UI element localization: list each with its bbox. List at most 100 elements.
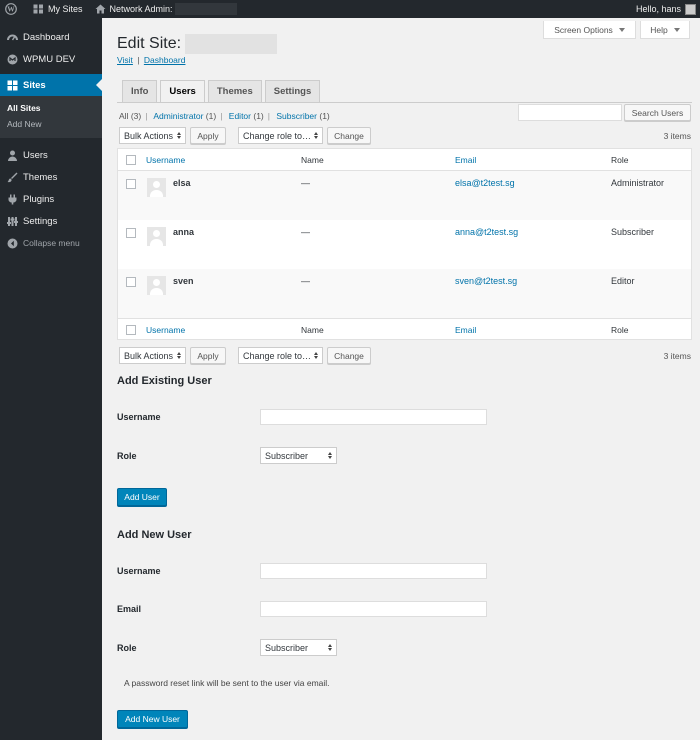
collapse-menu-button[interactable]: Collapse menu [0,232,102,254]
my-sites-label: My Sites [48,4,83,14]
password-reset-note: A password reset link will be sent to th… [124,678,330,688]
column-email[interactable]: Email [455,155,476,165]
my-sites-link[interactable]: My Sites [27,0,89,18]
chevron-down-icon [673,27,680,32]
sidebar-item-label: WPMU DEV [23,53,76,65]
tab-divider [117,102,692,103]
role-cell: Editor [611,276,635,286]
apply-button[interactable]: Apply [190,127,226,144]
existing-role-label: Role [117,451,137,461]
account-menu[interactable]: Hello, hans [630,0,700,18]
table-header: Username Name Email Role [118,149,691,171]
filter-all-label: All [119,111,129,121]
filter-separator: | [220,111,223,121]
screen-options-label: Screen Options [554,24,613,35]
wordpress-logo-link[interactable]: W [0,0,27,18]
bulk-actions-select[interactable]: Bulk Actions [119,347,186,364]
email-link[interactable]: elsa@t2test.sg [455,178,515,188]
column-username[interactable]: Username [146,325,185,335]
change-role-select[interactable]: Change role to… [238,347,323,364]
avatar [147,227,166,246]
filter-all-count: (3) [130,111,142,121]
existing-username-input[interactable] [260,409,487,425]
bulk-actions-select[interactable]: Bulk Actions [119,127,186,144]
role-filters: All (3) | Administrator (1) | Editor (1) | … [119,111,330,121]
username-link[interactable]: sven [173,276,194,286]
filter-editor[interactable]: Editor [229,111,251,121]
role-cell: Subscriber [611,227,655,237]
new-username-input[interactable] [260,563,487,579]
column-email[interactable]: Email [455,325,476,335]
sidebar-item-users[interactable]: Users [0,144,102,166]
sidebar-item-wpmudev[interactable]: WPMU DEV [0,48,102,70]
new-email-input[interactable] [260,601,487,617]
filter-administrator-count: (1) [205,111,217,121]
tab-themes[interactable]: Themes [207,80,262,102]
table-row: elsa — elsa@t2test.sg Administrator [118,171,691,220]
row-checkbox[interactable] [126,179,136,189]
sidebar-item-label: Themes [23,171,58,183]
existing-role-value: Subscriber [265,450,309,461]
email-link[interactable]: anna@t2test.sg [455,227,518,237]
submenu-item-all-sites[interactable]: All Sites [0,100,102,116]
chevron-down-icon [618,27,625,32]
collapse-menu-label: Collapse menu [23,238,80,248]
site-tabs: Info Users Themes Settings [122,80,321,103]
sidebar-item-themes[interactable]: Themes [0,166,102,188]
search-users-button[interactable]: Search Users [624,104,691,121]
select-arrows-icon [177,132,181,139]
main-content: Screen Options Help Edit Site: Visit | D… [102,18,700,740]
add-new-user-button[interactable]: Add New User [117,710,188,728]
network-admin-link[interactable]: Network Admin: [89,0,243,18]
sidebar-item-dashboard[interactable]: Dashboard [0,26,102,48]
row-checkbox[interactable] [126,228,136,238]
plugins-icon [6,193,18,205]
change-role-select[interactable]: Change role to… [238,127,323,144]
my-sites-icon [33,4,43,14]
change-role-label: Change role to… [243,350,312,361]
search-input[interactable] [518,104,622,121]
filter-separator: | [267,111,270,121]
select-arrows-icon [328,452,332,459]
filter-subscriber[interactable]: Subscriber [276,111,317,121]
new-role-select[interactable]: Subscriber [260,639,337,656]
help-button[interactable]: Help [640,21,690,39]
sidebar-item-sites[interactable]: Sites [0,74,102,96]
tab-users[interactable]: Users [160,80,205,103]
tab-settings[interactable]: Settings [264,80,321,102]
sites-submenu: All Sites Add New [0,96,102,138]
name-cell: — [301,178,310,188]
existing-role-select[interactable]: Subscriber [260,447,337,464]
dashboard-link[interactable]: Dashboard [144,55,186,65]
change-button[interactable]: Change [327,127,371,144]
add-user-button[interactable]: Add User [117,488,167,506]
sidebar-item-plugins[interactable]: Plugins [0,188,102,210]
screen-options-button[interactable]: Screen Options [543,21,636,39]
select-all-checkbox[interactable] [126,155,136,165]
existing-username-label: Username [117,412,161,422]
filter-all[interactable]: All (3) [119,111,141,121]
select-arrows-icon [177,352,181,359]
collapse-icon [6,237,18,249]
tab-info[interactable]: Info [122,80,158,102]
items-count: 3 items [663,351,691,361]
visit-link[interactable]: Visit [117,55,133,65]
filter-administrator[interactable]: Administrator [153,111,203,121]
row-checkbox[interactable] [126,277,136,287]
sidebar-item-settings[interactable]: Settings [0,210,102,232]
username-link[interactable]: anna [173,227,194,237]
column-username[interactable]: Username [146,155,185,165]
change-button[interactable]: Change [327,347,371,364]
items-count: 3 items [663,131,691,141]
settings-icon [6,215,18,227]
select-all-checkbox[interactable] [126,325,136,335]
apply-button[interactable]: Apply [190,347,226,364]
email-link[interactable]: sven@t2test.sg [455,276,517,286]
column-name: Name [301,155,324,165]
users-table: Username Name Email Role elsa — elsa@t2t… [117,148,692,340]
greeting-label: Hello, hans [635,4,681,14]
new-email-label: Email [117,604,142,614]
submenu-item-add-new[interactable]: Add New [0,116,102,132]
username-link[interactable]: elsa [173,178,191,188]
site-links: Visit | Dashboard [117,55,185,65]
